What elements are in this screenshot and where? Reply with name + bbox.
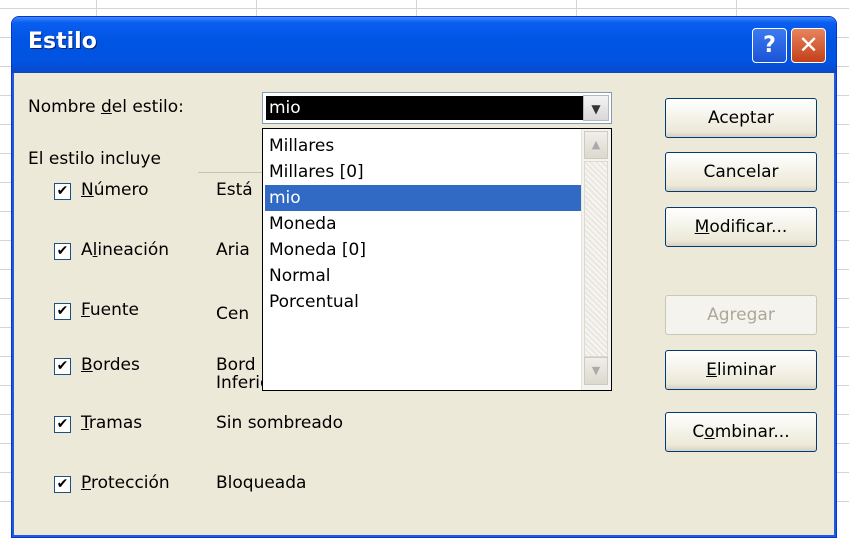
accept-button[interactable]: Aceptar <box>665 98 817 138</box>
proteccion-label: Protección <box>81 473 170 493</box>
help-button[interactable]: ? <box>752 28 787 63</box>
style-dropdown-list[interactable]: Millares Millares [0] mio Moneda Moneda … <box>262 128 612 391</box>
fuente-checkbox[interactable]: ✔ <box>54 303 71 320</box>
proteccion-value: Bloqueada <box>216 473 307 493</box>
dropdown-item[interactable]: Moneda <box>265 211 587 237</box>
style-includes-label: El estilo incluye <box>28 149 161 169</box>
proteccion-checkbox[interactable]: ✔ <box>54 476 71 493</box>
cancel-button[interactable]: Cancelar <box>665 152 817 192</box>
delete-button[interactable]: Eliminar <box>665 350 817 390</box>
style-name-label: Nombre del estilo: <box>28 97 184 117</box>
modify-button[interactable]: Modificar... <box>665 207 817 247</box>
dropdown-item[interactable]: Normal <box>265 263 587 289</box>
fuente-label: Fuente <box>81 300 139 320</box>
add-button: Agregar <box>665 295 817 335</box>
dropdown-item[interactable]: Porcentual <box>265 289 587 315</box>
fuente-value: Cen <box>216 304 250 324</box>
dropdown-item[interactable]: Millares <box>265 133 587 159</box>
scroll-down-icon[interactable]: ▼ <box>584 357 608 385</box>
numero-value: Está <box>216 180 253 200</box>
chevron-down-icon[interactable]: ▼ <box>583 95 609 121</box>
tramas-checkbox[interactable]: ✔ <box>54 416 71 433</box>
dialog-title: Estilo <box>28 29 97 54</box>
style-name-value[interactable]: mio <box>266 96 584 120</box>
tramas-label: Tramas <box>81 413 143 433</box>
merge-button[interactable]: Combinar... <box>665 412 817 452</box>
bordes-value: Bord <box>216 355 256 375</box>
style-name-combobox[interactable]: mio ▼ <box>262 92 612 124</box>
numero-label: Número <box>81 180 149 200</box>
alineacion-value: Aria <box>216 240 250 260</box>
dropdown-item-selected[interactable]: mio <box>265 185 587 211</box>
alineacion-checkbox[interactable]: ✔ <box>54 243 71 260</box>
dropdown-item[interactable]: Millares [0] <box>265 159 587 185</box>
scroll-thumb[interactable] <box>584 161 608 357</box>
bordes-label: Bordes <box>81 355 140 375</box>
alineacion-label: Alineación <box>81 240 169 260</box>
scroll-up-icon[interactable]: ▲ <box>584 131 608 159</box>
dropdown-item[interactable]: Moneda [0] <box>265 237 587 263</box>
close-button[interactable]: ✕ <box>791 28 826 63</box>
bordes-checkbox[interactable]: ✔ <box>54 358 71 375</box>
title-bar: Estilo ? ✕ <box>12 17 836 73</box>
dropdown-scrollbar[interactable]: ▲ ▼ <box>581 129 611 390</box>
numero-checkbox[interactable]: ✔ <box>54 183 71 200</box>
tramas-value: Sin sombreado <box>216 413 343 433</box>
